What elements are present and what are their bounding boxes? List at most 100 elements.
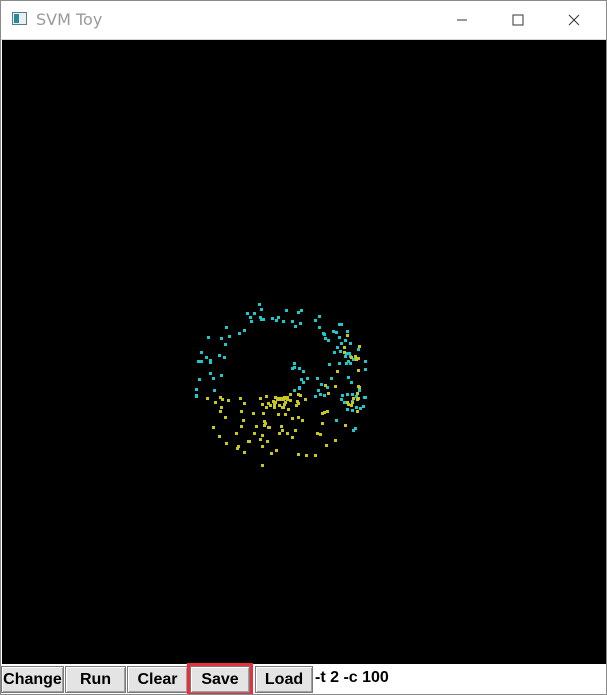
point-cyan bbox=[212, 377, 215, 380]
window-title: SVM Toy bbox=[36, 10, 103, 29]
point-yellow bbox=[352, 397, 355, 400]
load-button[interactable]: Load bbox=[255, 666, 313, 693]
point-cyan bbox=[357, 348, 360, 351]
point-cyan bbox=[271, 317, 274, 320]
save-button[interactable]: Save bbox=[187, 663, 253, 694]
point-cyan bbox=[358, 389, 361, 392]
point-yellow bbox=[275, 449, 278, 452]
point-yellow bbox=[277, 413, 280, 416]
point-cyan bbox=[364, 360, 367, 363]
point-yellow bbox=[243, 451, 246, 454]
point-yellow bbox=[336, 370, 339, 373]
point-cyan bbox=[323, 394, 326, 397]
point-yellow bbox=[327, 392, 330, 395]
app-icon bbox=[12, 12, 27, 25]
point-cyan bbox=[351, 409, 354, 412]
point-yellow bbox=[314, 454, 317, 457]
point-yellow bbox=[236, 447, 239, 450]
point-cyan bbox=[323, 333, 326, 336]
point-cyan bbox=[220, 374, 223, 377]
parameters-input[interactable] bbox=[313, 666, 603, 690]
point-yellow bbox=[321, 422, 324, 425]
change-button[interactable]: Change bbox=[1, 666, 64, 693]
point-cyan bbox=[336, 346, 339, 349]
run-button[interactable]: Run bbox=[65, 666, 126, 693]
point-yellow bbox=[240, 410, 243, 413]
point-cyan bbox=[343, 401, 346, 404]
point-cyan bbox=[297, 311, 300, 314]
point-cyan bbox=[335, 419, 338, 422]
point-cyan bbox=[243, 329, 246, 332]
point-cyan bbox=[205, 356, 208, 359]
point-cyan bbox=[363, 396, 366, 399]
close-button[interactable] bbox=[551, 1, 597, 39]
point-cyan bbox=[285, 309, 288, 312]
point-cyan bbox=[318, 326, 321, 329]
point-yellow bbox=[242, 419, 245, 422]
point-cyan bbox=[200, 351, 203, 354]
minimize-button[interactable] bbox=[439, 1, 485, 39]
point-yellow bbox=[305, 454, 308, 457]
point-cyan bbox=[218, 354, 221, 357]
point-cyan bbox=[333, 351, 336, 354]
point-yellow bbox=[261, 403, 264, 406]
point-cyan bbox=[246, 312, 249, 315]
point-yellow bbox=[356, 398, 359, 401]
point-yellow bbox=[218, 435, 221, 438]
point-cyan bbox=[317, 389, 320, 392]
point-cyan bbox=[316, 377, 319, 380]
point-cyan bbox=[314, 395, 317, 398]
point-cyan bbox=[347, 360, 350, 363]
point-yellow bbox=[294, 429, 297, 432]
point-yellow bbox=[269, 404, 272, 407]
point-cyan bbox=[223, 356, 226, 359]
point-cyan bbox=[213, 389, 216, 392]
point-yellow bbox=[261, 445, 264, 448]
close-icon bbox=[568, 14, 580, 26]
point-cyan bbox=[220, 337, 223, 340]
point-yellow bbox=[265, 406, 268, 409]
point-cyan bbox=[346, 393, 349, 396]
point-cyan bbox=[293, 389, 296, 392]
point-cyan bbox=[341, 394, 344, 397]
point-cyan bbox=[228, 335, 231, 338]
point-cyan bbox=[293, 362, 296, 365]
point-cyan bbox=[347, 376, 350, 379]
point-cyan bbox=[197, 360, 200, 363]
point-cyan bbox=[338, 323, 341, 326]
point-cyan bbox=[348, 352, 351, 355]
svm-canvas[interactable] bbox=[2, 40, 606, 664]
point-yellow bbox=[255, 425, 258, 428]
point-cyan bbox=[354, 427, 357, 430]
point-yellow bbox=[356, 392, 359, 395]
point-cyan bbox=[258, 303, 261, 306]
point-cyan bbox=[282, 320, 285, 323]
clear-button[interactable]: Clear bbox=[127, 666, 188, 693]
point-yellow bbox=[357, 369, 360, 372]
point-yellow bbox=[239, 397, 242, 400]
point-cyan bbox=[314, 319, 317, 322]
point-yellow bbox=[356, 410, 359, 413]
maximize-button[interactable] bbox=[495, 1, 541, 39]
point-yellow bbox=[324, 384, 327, 387]
point-yellow bbox=[284, 397, 287, 400]
point-yellow bbox=[240, 425, 243, 428]
point-yellow bbox=[220, 406, 223, 409]
point-yellow bbox=[325, 444, 328, 447]
point-yellow bbox=[221, 398, 224, 401]
scatter-plot bbox=[195, 303, 367, 467]
point-yellow bbox=[261, 464, 264, 467]
point-yellow bbox=[351, 401, 354, 404]
point-cyan bbox=[225, 326, 228, 329]
point-yellow bbox=[287, 408, 290, 411]
point-cyan bbox=[340, 398, 343, 401]
point-yellow bbox=[297, 416, 300, 419]
point-cyan bbox=[253, 312, 256, 315]
point-cyan bbox=[340, 342, 343, 345]
point-yellow bbox=[214, 401, 217, 404]
point-cyan bbox=[328, 363, 331, 366]
point-cyan bbox=[335, 331, 338, 334]
point-cyan bbox=[338, 336, 341, 339]
point-yellow bbox=[263, 420, 266, 423]
point-cyan bbox=[250, 320, 253, 323]
